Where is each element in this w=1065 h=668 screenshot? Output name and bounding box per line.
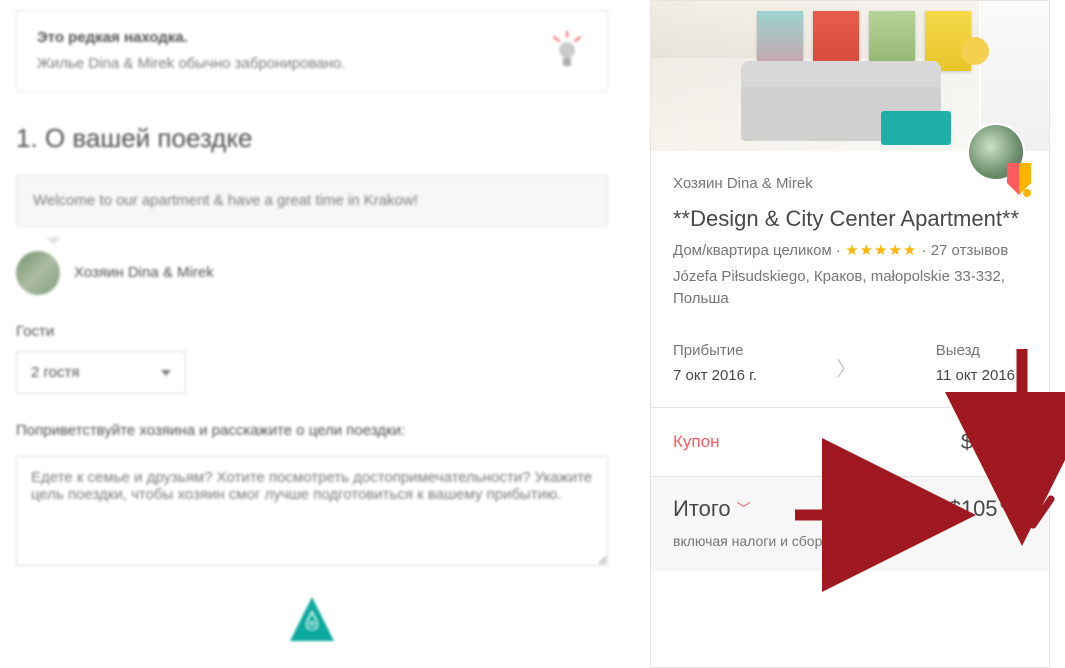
checkout-value: 11 окт 2016 г. — [936, 365, 1027, 387]
checkout-label: Выезд — [936, 340, 1027, 362]
coupon-row: Купон $27 USD — [673, 408, 1027, 476]
coupon-amount: $27 USD — [961, 426, 1027, 458]
intro-textarea[interactable] — [16, 456, 608, 566]
guests-label: Гости — [16, 321, 608, 343]
total-label-text: Итого — [673, 493, 731, 525]
rare-find-banner: Это редкая находка. Жилье Dina & Mirek о… — [16, 10, 608, 92]
intro-label: Поприветствуйте хозяина и расскажите о ц… — [16, 420, 608, 442]
host-row: Хозяин Dina & Mirek — [16, 251, 608, 295]
speech-tail — [46, 237, 62, 245]
sidebar-host-name: Хозяин Dina & Mirek — [673, 173, 1027, 195]
lightbulb-icon — [547, 31, 587, 71]
checkin-value: 7 окт 2016 г. — [673, 365, 757, 387]
room-type: Дом/квартира целиком — [673, 242, 832, 259]
checkin-label: Прибытие — [673, 340, 757, 362]
chevron-down-icon — [161, 370, 171, 376]
checkout-block[interactable]: Выезд 11 окт 2016 г. — [936, 340, 1027, 388]
booking-form: Это редкая находка. Жилье Dina & Mirek о… — [0, 0, 620, 668]
coupon-link[interactable]: Купон — [673, 430, 719, 455]
rare-subtitle: Жилье Dina & Mirek обычно забронировано. — [37, 55, 345, 72]
guests-value: 2 гостя — [31, 362, 80, 384]
total-amount: $105 USD — [949, 493, 1027, 525]
listing-title[interactable]: **Design & City Center Apartment** — [673, 205, 1027, 233]
booking-summary-card: Хозяин Dina & Mirek **Design & City Cent… — [650, 0, 1050, 668]
welcome-message: Welcome to our apartment & have a great … — [16, 175, 608, 227]
checkin-block[interactable]: Прибытие 7 окт 2016 г. — [673, 340, 757, 388]
chevron-down-icon: ﹀ — [737, 499, 751, 519]
reviews-count[interactable]: 27 отзывов — [931, 242, 1009, 259]
total-box: Итого ﹀ $105 USD включая налоги и сборы — [651, 476, 1049, 571]
section-title: 1. О вашей поездке — [16, 120, 608, 158]
dates-row: Прибытие 7 окт 2016 г. 〉 Выезд 11 окт 20… — [673, 340, 1027, 408]
host-label: Хозяин Dina & Mirek — [74, 262, 214, 284]
tax-note: включая налоги и сборы — [673, 531, 1027, 551]
listing-meta: Дом/квартира целиком · ★★★★★ · 27 отзыво… — [673, 240, 1027, 262]
listing-address: Józefa Piłsudskiego, Краков, małopolskie… — [673, 266, 1027, 310]
guests-select[interactable]: 2 гостя — [16, 351, 186, 395]
arrow-right-icon: 〉 — [828, 356, 864, 385]
star-icons: ★★★★★ — [845, 242, 917, 259]
host-avatar[interactable] — [16, 251, 60, 295]
airbnb-logo-icon — [290, 597, 334, 641]
total-toggle[interactable]: Итого ﹀ — [673, 493, 751, 525]
rare-title: Это редкая находка. — [37, 27, 345, 49]
superhost-badge-icon — [1005, 161, 1033, 197]
